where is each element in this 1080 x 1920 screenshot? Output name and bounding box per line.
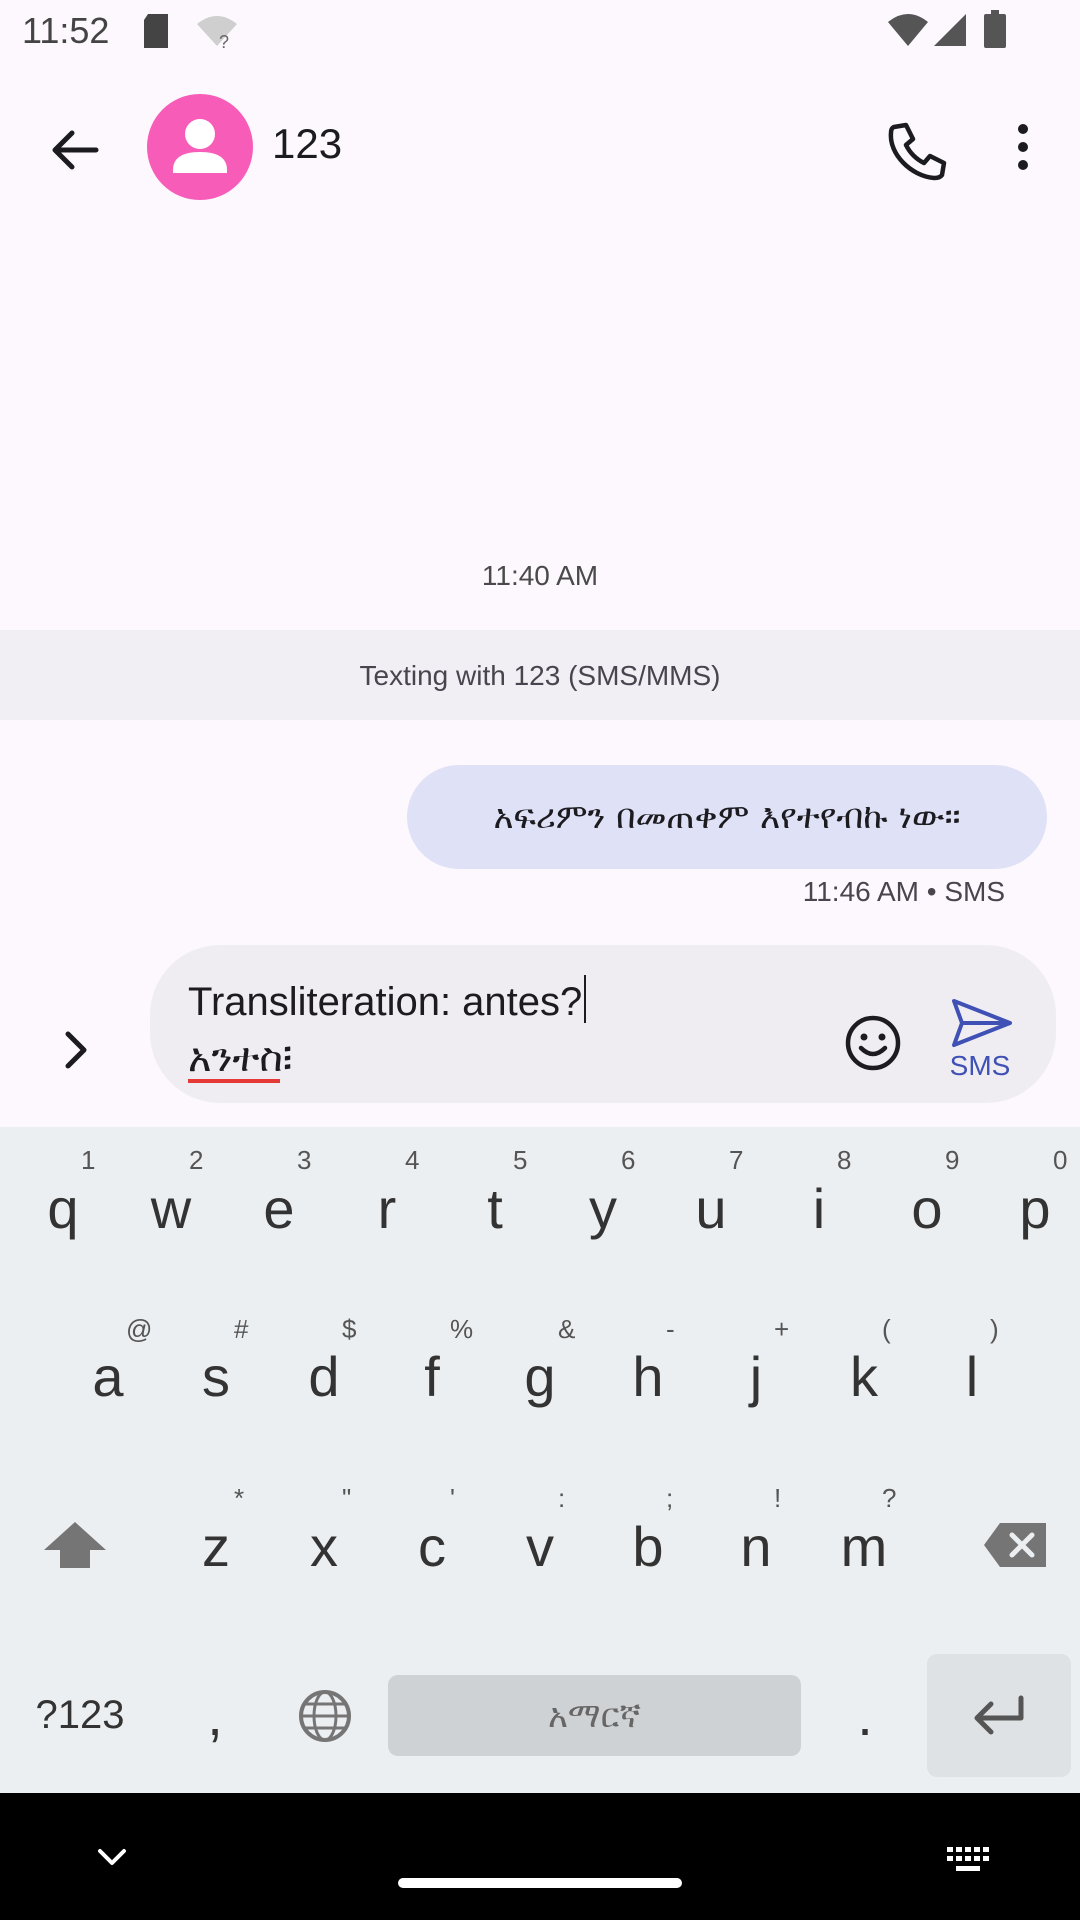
key-hint: @ [126, 1314, 153, 1344]
enter-icon [969, 1694, 1029, 1738]
key-hint: 3 [297, 1145, 312, 1175]
message-text: አፍሪምን በመጠቀም እየተየብኩ ነው። [493, 797, 961, 837]
key-o[interactable]: o [873, 1168, 981, 1248]
key-hint: # [234, 1314, 249, 1344]
shift-key[interactable] [35, 1510, 115, 1580]
key-hint: ? [882, 1483, 897, 1513]
message-meta: 11:46 AM • SMS [802, 876, 1005, 907]
key-hint: 0 [1053, 1145, 1068, 1175]
contact-name[interactable]: 123 [272, 120, 342, 168]
key-a[interactable]: a [54, 1336, 162, 1416]
key-hint: " [342, 1483, 352, 1513]
key-f[interactable]: f [378, 1336, 486, 1416]
key-g[interactable]: g [486, 1336, 594, 1416]
key-hint: : [558, 1483, 566, 1513]
key-hint: + [774, 1314, 790, 1344]
spellcheck-underline [188, 1079, 280, 1083]
back-arrow-icon[interactable] [40, 115, 110, 185]
comma-key[interactable]: , [180, 1675, 250, 1756]
key-hint: ' [450, 1483, 455, 1513]
key-hint: 7 [729, 1145, 744, 1175]
key-q[interactable]: q [9, 1168, 117, 1248]
key-hint: ; [666, 1483, 674, 1513]
texting-banner-text: Texting with 123 (SMS/MMS) [359, 660, 721, 691]
date-stamp: 11:40 AM [481, 560, 599, 591]
key-hint: 5 [513, 1145, 528, 1175]
space-key[interactable]: አማርኛ [388, 1675, 801, 1756]
person-icon [147, 94, 253, 200]
key-n[interactable]: n [702, 1506, 810, 1586]
key-l[interactable]: l [918, 1336, 1026, 1416]
key-hint: 1 [81, 1145, 96, 1175]
key-j[interactable]: j [702, 1336, 810, 1416]
svg-text:?: ? [219, 32, 229, 50]
emoji-icon[interactable] [843, 1013, 903, 1073]
key-c[interactable]: c [378, 1506, 486, 1586]
key-m[interactable]: m [810, 1506, 918, 1586]
home-pill[interactable] [398, 1878, 682, 1888]
key-hint: 4 [405, 1145, 420, 1175]
key-hint: % [450, 1314, 474, 1344]
sd-card-icon [142, 14, 170, 48]
key-w[interactable]: w [117, 1168, 225, 1248]
key-hint: - [666, 1314, 675, 1344]
keyboard-icon[interactable] [945, 1843, 991, 1875]
key-t[interactable]: t [441, 1168, 549, 1248]
key-x[interactable]: x [270, 1506, 378, 1586]
shift-icon [42, 1520, 108, 1570]
enter-key[interactable] [927, 1654, 1071, 1777]
key-hint: ( [882, 1314, 891, 1344]
key-s[interactable]: s [162, 1336, 270, 1416]
send-label[interactable]: SMS [940, 1050, 1020, 1082]
key-hint: & [558, 1314, 576, 1344]
avatar[interactable] [147, 94, 253, 200]
key-hint: 2 [189, 1145, 204, 1175]
compose-text: Transliteration: antes? [188, 980, 583, 1024]
key-hint: * [234, 1483, 245, 1513]
backspace-icon [982, 1521, 1048, 1569]
message-bubble[interactable]: አፍሪምን በመጠቀም እየተየብኩ ነው። [407, 765, 1047, 869]
key-d[interactable]: d [270, 1336, 378, 1416]
symbols-key[interactable]: ?123 [20, 1675, 140, 1756]
key-h[interactable]: h [594, 1336, 702, 1416]
key-r[interactable]: r [333, 1168, 441, 1248]
compose-text-line1[interactable]: Transliteration: antes? [188, 975, 587, 1025]
key-hint: $ [342, 1314, 357, 1344]
status-time: 11:52 [22, 10, 110, 51]
key-p[interactable]: p [981, 1168, 1080, 1248]
period-key[interactable]: . [830, 1675, 900, 1756]
key-i[interactable]: i [765, 1168, 873, 1248]
backspace-key[interactable] [965, 1510, 1065, 1580]
key-y[interactable]: y [549, 1168, 657, 1248]
key-hint: 9 [945, 1145, 960, 1175]
key-u[interactable]: u [657, 1168, 765, 1248]
chevron-down-icon[interactable] [92, 1843, 132, 1873]
language-key[interactable] [285, 1675, 365, 1756]
key-hint: 6 [621, 1145, 636, 1175]
key-e[interactable]: e [225, 1168, 333, 1248]
key-v[interactable]: v [486, 1506, 594, 1586]
battery-icon [984, 10, 1006, 48]
navigation-bar [0, 1793, 1080, 1920]
chevron-right-icon[interactable] [50, 1020, 100, 1080]
key-hint: ! [774, 1483, 782, 1513]
compose-text-line2[interactable]: አንተስ፧ [188, 1035, 292, 1081]
key-z[interactable]: z [162, 1506, 270, 1586]
key-hint: 8 [837, 1145, 852, 1175]
more-vert-icon[interactable] [1000, 115, 1046, 185]
text-cursor [584, 975, 587, 1023]
globe-icon [297, 1688, 353, 1744]
signal-icon [934, 12, 968, 48]
wifi-icon [888, 12, 928, 48]
wifi-question-icon: ? [195, 14, 239, 50]
key-hint: ) [990, 1314, 999, 1344]
key-k[interactable]: k [810, 1336, 918, 1416]
phone-icon[interactable] [880, 115, 950, 185]
key-b[interactable]: b [594, 1506, 702, 1586]
